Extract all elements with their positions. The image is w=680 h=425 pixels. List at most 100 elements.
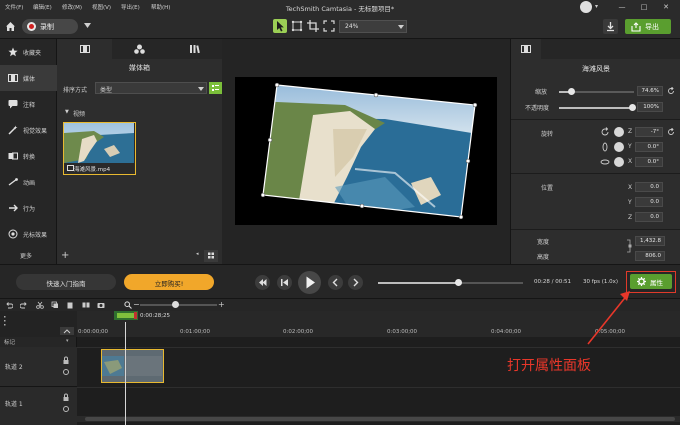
marker-dropdown-icon[interactable]: ▾ — [66, 338, 69, 344]
rotate-z-input[interactable]: -7° — [635, 127, 663, 137]
copy-icon[interactable] — [51, 301, 59, 309]
playback-scrubber-knob[interactable] — [454, 279, 462, 286]
download-button[interactable] — [603, 19, 618, 34]
rotate-x-input[interactable]: 0.0° — [635, 157, 663, 167]
video-file-icon — [67, 165, 74, 171]
tab-behaviors[interactable]: 行为 — [0, 195, 57, 221]
redo-icon[interactable] — [20, 301, 28, 309]
height-value: 806.0 — [645, 253, 661, 259]
rotate-y-input[interactable]: 0.0° — [635, 142, 663, 152]
timeline-zoom-knob[interactable] — [172, 301, 179, 308]
add-media-button[interactable]: + — [61, 251, 71, 261]
snapshot-icon[interactable] — [97, 301, 105, 309]
tab-favorites[interactable]: 收藏夹 — [0, 39, 57, 65]
rotate-x-dial[interactable] — [614, 157, 624, 167]
zoom-tool-button[interactable] — [322, 19, 336, 33]
zoom-select[interactable]: 24% — [339, 20, 407, 33]
tab-annotations[interactable]: 注释 — [0, 91, 57, 117]
tab-visual-effects[interactable]: 视觉效果 — [0, 117, 57, 143]
select-tool-button[interactable] — [273, 19, 287, 33]
timeline-ruler[interactable]: 0:00:28;25 0:00:00;00 0:01:00;00 0:02:00… — [0, 311, 680, 337]
scale-slider-knob[interactable] — [568, 88, 575, 95]
scale-slider[interactable] — [559, 88, 634, 95]
rotate-x-icon — [600, 159, 610, 165]
record-dropdown-icon[interactable] — [84, 23, 91, 29]
properties-tabs — [511, 39, 680, 59]
sort-select[interactable]: 类型 — [95, 82, 207, 94]
account-dropdown-icon[interactable]: ▾ — [595, 3, 598, 10]
previous-clip-button[interactable] — [328, 275, 343, 290]
rotate-z-dial[interactable] — [614, 127, 624, 137]
play-button[interactable] — [298, 271, 321, 294]
record-button[interactable]: 录制 — [22, 19, 78, 34]
ruler-label: 0:01:00;00 — [180, 329, 211, 335]
timeline-tracks: 标记 ▾ 轨道 2 轨道 1 — [0, 337, 680, 425]
quick-start-guide-button[interactable]: 快速入门指南 — [16, 274, 116, 290]
rotate-y-dial[interactable] — [614, 142, 624, 152]
zoom-out-button[interactable]: − — [133, 300, 140, 309]
step-back-button[interactable] — [255, 275, 270, 290]
section-collapse-icon[interactable]: ▼ — [65, 109, 69, 115]
rotated-video-frame[interactable] — [235, 77, 497, 225]
grid-options-arrow-icon[interactable]: ◂ — [196, 251, 199, 257]
track-options-icon[interactable] — [3, 314, 11, 330]
timeline-zoom-slider[interactable] — [140, 301, 217, 308]
timeline-horizontal-scrollbar[interactable] — [77, 416, 680, 422]
share-icon — [631, 22, 641, 32]
tab-library[interactable] — [112, 39, 167, 59]
width-input[interactable]: 1,432.8 — [635, 236, 665, 246]
playhead-line[interactable] — [125, 322, 126, 425]
split-icon[interactable] — [82, 301, 90, 309]
export-button[interactable]: 导出 — [625, 19, 671, 34]
zoom-search-icon[interactable] — [124, 301, 132, 309]
reset-icon[interactable] — [667, 128, 675, 136]
preview-canvas[interactable] — [235, 77, 497, 225]
more-tabs-button[interactable]: 更多 — [20, 251, 32, 260]
tab-media-bin[interactable] — [57, 39, 112, 59]
close-button[interactable]: ✕ — [660, 2, 672, 12]
pan-tool-button[interactable] — [290, 19, 304, 33]
home-icon[interactable] — [5, 21, 16, 32]
opacity-slider[interactable] — [559, 104, 636, 111]
track-1-header[interactable]: 轨道 1 — [0, 387, 77, 425]
cut-icon[interactable] — [36, 301, 44, 309]
undo-icon[interactable] — [5, 301, 13, 309]
media-thumbnail[interactable]: 海滩风景.mp4 — [63, 122, 136, 175]
tab-visual-properties[interactable] — [511, 39, 541, 59]
playback-scrubber[interactable] — [378, 279, 523, 286]
crop-tool-button[interactable] — [306, 19, 320, 33]
maximize-button[interactable]: □ — [638, 2, 650, 12]
grid-options-button[interactable] — [204, 250, 218, 262]
timeline-clip[interactable] — [101, 349, 164, 383]
track-2-header[interactable]: 轨道 2 — [0, 347, 77, 387]
paste-icon[interactable] — [66, 301, 74, 309]
position-y-input[interactable]: 0.0 — [635, 197, 663, 207]
opacity-input[interactable]: 100% — [637, 102, 663, 112]
scale-input[interactable]: 74.6% — [637, 86, 663, 96]
buy-now-button[interactable]: 立即购买! — [124, 274, 214, 290]
reset-icon[interactable] — [667, 87, 675, 95]
tab-media[interactable]: 媒体 — [0, 65, 57, 91]
opacity-slider-knob[interactable] — [629, 104, 636, 111]
scrollbar-thumb[interactable] — [85, 417, 675, 421]
tab-stock[interactable] — [167, 39, 222, 59]
tab-visual-effects-label: 视觉效果 — [23, 128, 48, 135]
position-x-input[interactable]: 0.0 — [635, 182, 663, 192]
track-lock-icon[interactable] — [62, 356, 70, 378]
zoom-in-button[interactable]: + — [218, 300, 225, 309]
tab-animations[interactable]: 动画 — [0, 169, 57, 195]
grid-view-button[interactable] — [209, 82, 222, 94]
aspect-lock-icon[interactable] — [626, 239, 632, 253]
previous-frame-button[interactable] — [277, 275, 292, 290]
height-input[interactable]: 806.0 — [635, 251, 665, 261]
tab-cursor-effects[interactable]: 光标效果 — [0, 221, 57, 247]
user-avatar-icon[interactable] — [580, 1, 592, 13]
tab-transitions[interactable]: 转换 — [0, 143, 57, 169]
minimize-button[interactable]: — — [616, 2, 628, 12]
track-lock-icon[interactable] — [62, 393, 70, 415]
playhead-out-marker[interactable] — [134, 312, 137, 319]
position-z-input[interactable]: 0.0 — [635, 212, 663, 222]
next-clip-button[interactable] — [348, 275, 363, 290]
properties-button-label: 属性 — [650, 279, 663, 287]
collapse-tracks-button[interactable] — [60, 327, 74, 335]
